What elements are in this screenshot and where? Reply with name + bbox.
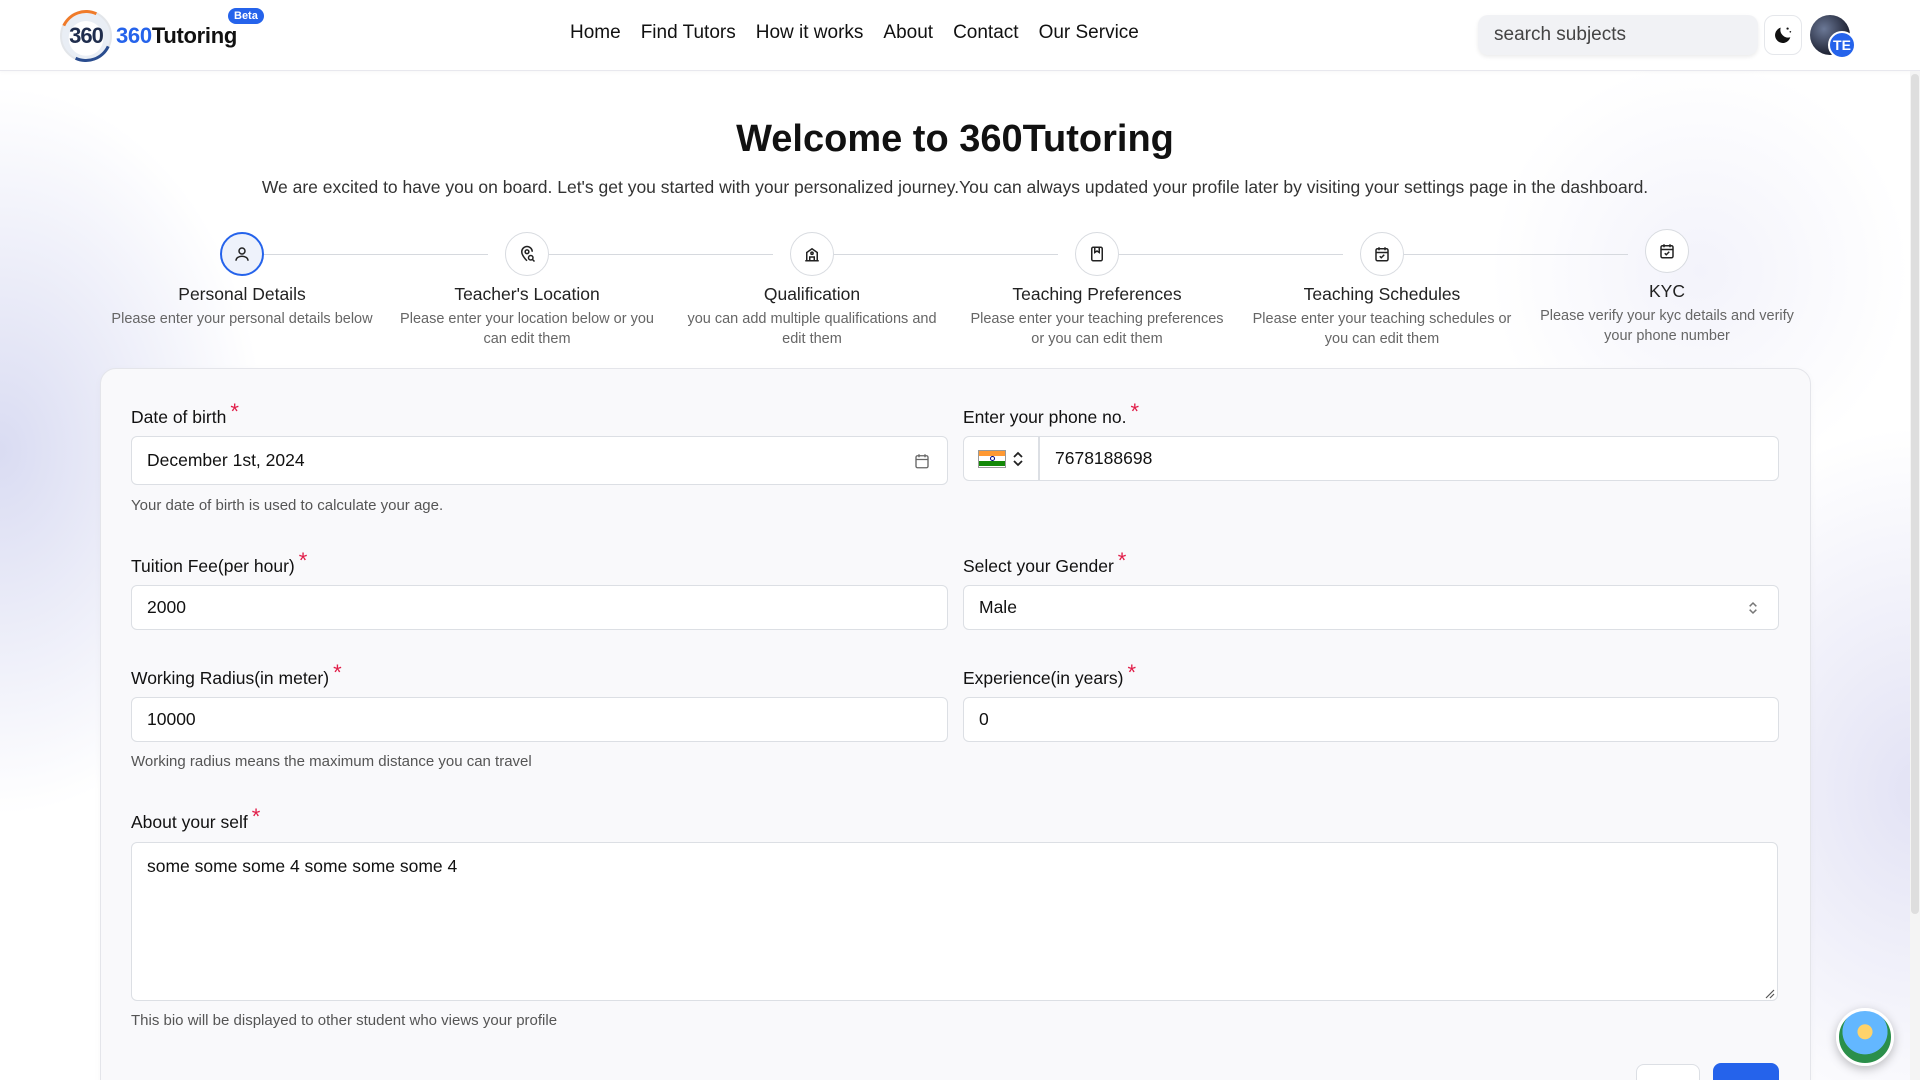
required-mark: * (1130, 399, 1140, 424)
step-description: you can add multiple qualifications and … (687, 311, 937, 348)
step-circle (1645, 229, 1689, 273)
search-input[interactable] (1478, 15, 1758, 55)
required-mark: * (298, 548, 308, 573)
theme-toggle-button[interactable] (1764, 15, 1802, 55)
step-teaching-schedules[interactable]: Teaching Schedules Please enter your tea… (1242, 232, 1522, 350)
india-flag-icon (978, 449, 1006, 468)
step-circle (220, 232, 264, 276)
nav-link-how-it-works[interactable]: How it works (746, 22, 874, 44)
radius-label: Working Radius(in meter) * (131, 660, 342, 688)
page-subtitle: We are excited to have you on board. Let… (261, 177, 1649, 197)
dob-label: Date of birth * (131, 399, 239, 427)
required-mark: * (1117, 548, 1127, 573)
step-description: Please enter your location below or you … (400, 311, 654, 348)
gender-value: Male (979, 597, 1017, 617)
about-textarea[interactable]: some some some 4 some some some 4 (131, 842, 1778, 1001)
resize-handle-icon[interactable] (1763, 987, 1775, 999)
fee-label: Tuition Fee(per hour) * (131, 548, 308, 576)
step-title: Teacher's Location (454, 284, 600, 304)
dob-date-picker[interactable]: December 1st, 2024 (131, 436, 948, 485)
scrollbar-thumb[interactable] (1911, 74, 1919, 914)
step-qualification[interactable]: Qualification you can add multiple quali… (672, 232, 952, 350)
nav-link-about[interactable]: About (873, 22, 943, 44)
phone-value: 7678188698 (1055, 448, 1153, 468)
step-circle (1360, 232, 1404, 276)
step-circle (1075, 232, 1119, 276)
moon-icon (1775, 27, 1792, 43)
logo-number: 360 (69, 23, 104, 48)
step-title: Teaching Schedules (1303, 284, 1461, 304)
tuition-fee-input[interactable]: 2000 (131, 585, 948, 630)
country-code-select[interactable] (963, 436, 1039, 481)
step-kyc[interactable]: KYC Please verify your kyc details and v… (1527, 229, 1807, 347)
about-hint: This bio will be displayed to other stud… (131, 1012, 558, 1029)
step-circle (505, 232, 549, 276)
logo-icon: 360 (52, 2, 120, 70)
bookmark-icon (1091, 246, 1103, 262)
nav-links: Home Find Tutors How it works About Cont… (560, 22, 1149, 44)
step-title: Qualification (763, 284, 861, 304)
nav-link-find-tutors[interactable]: Find Tutors (631, 22, 746, 44)
dob-value: December 1st, 2024 (147, 450, 305, 470)
step-title: KYC (1649, 281, 1685, 301)
logo-text: 360Tutoring (116, 23, 237, 49)
step-description: Please verify your kyc details and verif… (1540, 308, 1794, 345)
chevron-up-down-icon (1744, 599, 1762, 617)
phone-label: Enter your phone no. * (963, 399, 1140, 427)
beta-badge: Beta (228, 8, 264, 24)
calendar-check-icon (1660, 244, 1674, 259)
step-description: Please enter your teaching preferences o… (970, 311, 1224, 348)
about-label: About your self * (131, 804, 261, 832)
required-mark: * (1127, 660, 1137, 685)
calendar-check-icon (1375, 247, 1389, 262)
logo[interactable]: 360 360Tutoring Beta (52, 2, 264, 70)
page-title: Welcome to 360Tutoring (736, 118, 1174, 160)
nav-link-our-service[interactable]: Our Service (1029, 22, 1149, 44)
gender-label: Select your Gender * (963, 548, 1127, 576)
step-personal-details[interactable]: Personal Details Please enter your perso… (102, 232, 382, 329)
step-teaching-preferences[interactable]: Teaching Preferences Please enter your t… (957, 232, 1237, 350)
required-mark: * (230, 399, 239, 424)
dob-hint: Your date of birth is used to calculate … (131, 497, 444, 514)
step-description: Please enter your teaching schedules or … (1252, 311, 1512, 348)
navbar: 360 360Tutoring Beta Home Find Tutors Ho… (0, 0, 1920, 71)
radius-hint: Working radius means the maximum distanc… (131, 753, 532, 770)
step-circle (790, 232, 834, 276)
required-mark: * (251, 804, 261, 829)
next-button[interactable] (1713, 1063, 1779, 1080)
calendar-icon[interactable] (911, 450, 933, 472)
required-mark: * (333, 660, 342, 685)
logo-brand: Tutoring (151, 23, 237, 48)
phone-input[interactable]: 7678188698 (1039, 436, 1779, 481)
step-title: Personal Details (178, 284, 306, 304)
nav-link-contact[interactable]: Contact (943, 22, 1028, 44)
radius-value: 10000 (147, 709, 196, 729)
chevron-up-down-icon (1013, 451, 1023, 466)
back-button[interactable] (1636, 1064, 1700, 1080)
working-radius-input[interactable]: 10000 (131, 697, 948, 742)
experience-label: Experience(in years) * (963, 660, 1137, 688)
step-description: Please enter your personal details below (111, 311, 373, 327)
step-teachers-location[interactable]: Teacher's Location Please enter your loc… (387, 232, 667, 350)
experience-input[interactable]: 0 (963, 697, 1779, 742)
school-icon (805, 247, 819, 262)
avatar-initials[interactable]: TE (1828, 31, 1856, 59)
chat-widget-button[interactable] (1836, 1008, 1894, 1066)
nav-link-home[interactable]: Home (560, 22, 631, 44)
experience-value: 0 (979, 709, 989, 729)
step-title: Teaching Preferences (1012, 284, 1182, 304)
location-icon (520, 245, 536, 263)
onboarding-stepper: Personal Details Please enter your perso… (100, 229, 1820, 352)
gender-select[interactable]: Male (963, 585, 1779, 630)
logo-brand-accent: 360 (116, 23, 152, 48)
fee-value: 2000 (147, 597, 186, 617)
user-icon (235, 247, 249, 261)
